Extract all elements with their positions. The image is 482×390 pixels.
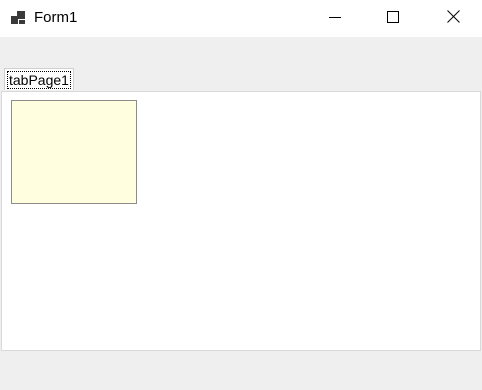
close-button[interactable] — [424, 0, 482, 37]
window-title: Form1 — [34, 9, 78, 26]
close-icon — [446, 9, 460, 28]
title-bar[interactable]: Form1 — [0, 0, 482, 37]
yellow-panel[interactable] — [11, 100, 137, 204]
minimize-button[interactable] — [306, 0, 364, 37]
tab-label: tabPage1 — [7, 70, 71, 89]
maximize-button[interactable] — [364, 0, 422, 37]
tab-tabpage1[interactable]: tabPage1 — [4, 68, 74, 90]
minimize-icon — [329, 10, 341, 28]
form-window: Form1 tabPage1 — [0, 0, 482, 390]
winforms-app-icon — [10, 10, 26, 26]
maximize-icon — [387, 10, 399, 28]
